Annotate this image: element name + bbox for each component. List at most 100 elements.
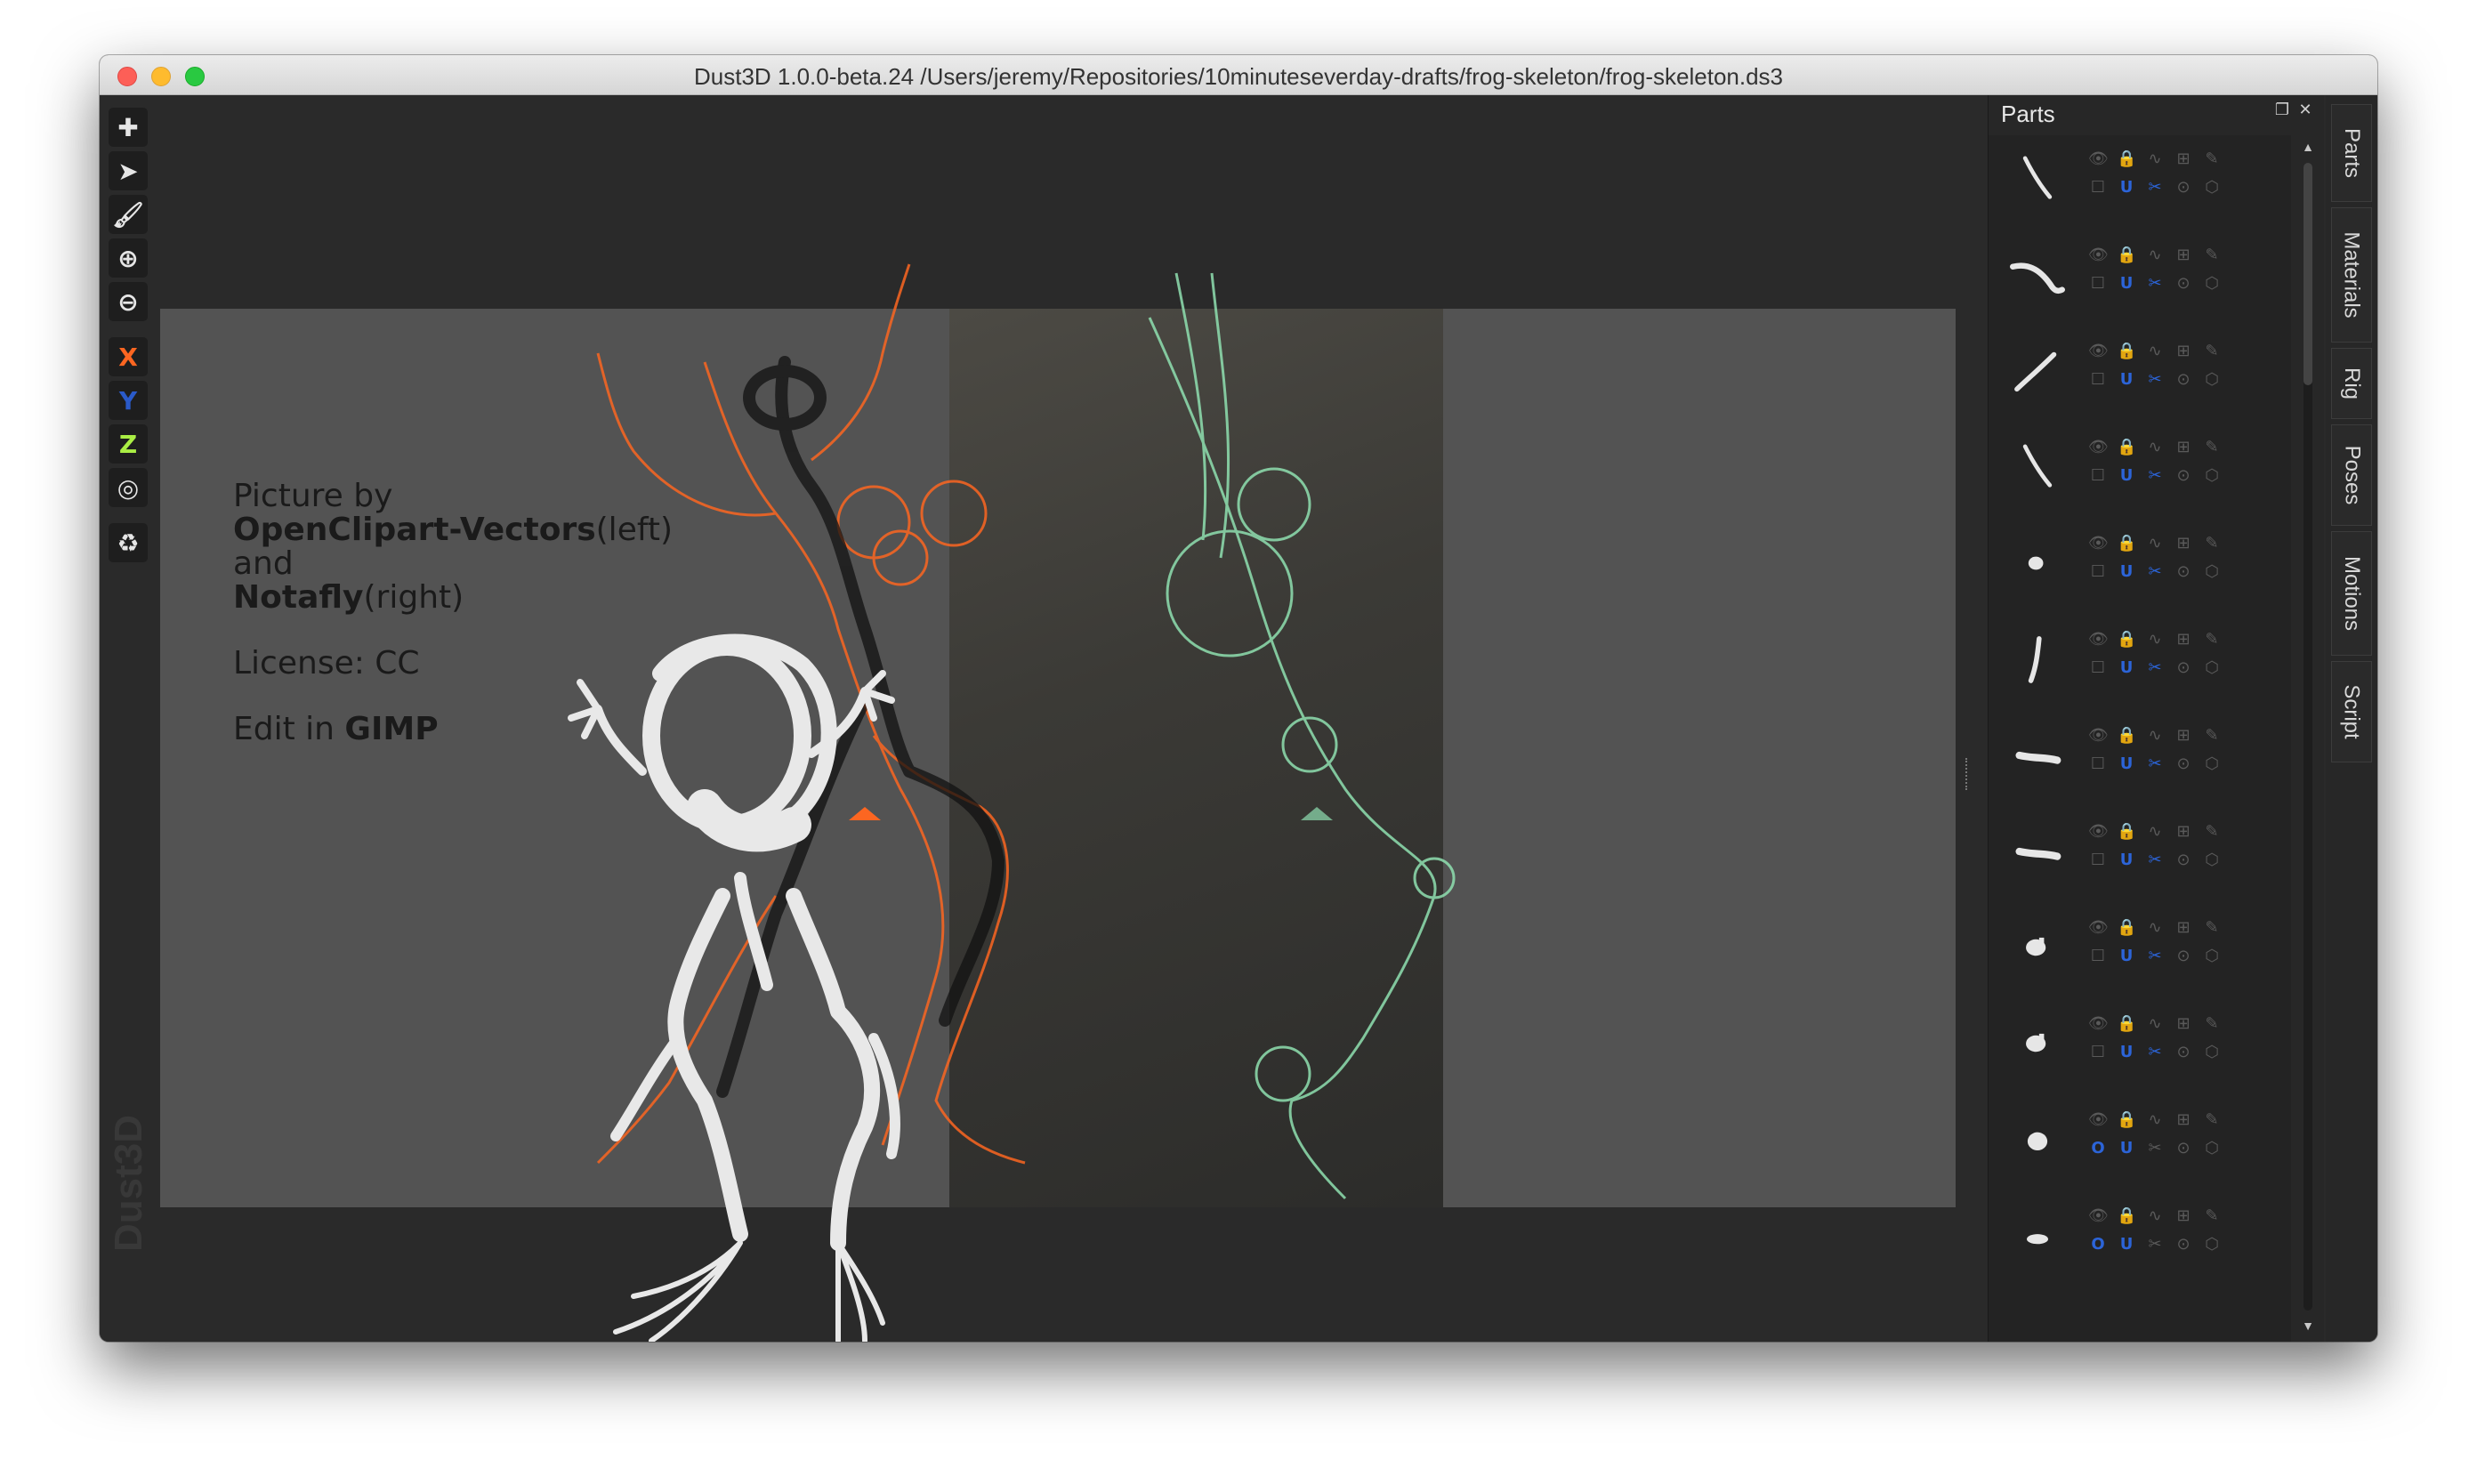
part-color-icon[interactable]: ✎ bbox=[2202, 534, 2222, 553]
part-mirror-icon[interactable]: ⊞ bbox=[2174, 1206, 2193, 1226]
part-deform-icon[interactable]: U bbox=[2117, 274, 2136, 294]
part-chamfer-icon[interactable]: ⬡ bbox=[2202, 851, 2222, 870]
part-row[interactable]: 👁 🔒 ∿ ⊞ ✎ ☐ U ✂ ⊙ ⬡ bbox=[1989, 141, 2291, 237]
part-chamfer-icon[interactable]: ⬡ bbox=[2202, 370, 2222, 390]
part-lock-icon[interactable]: 🔒 bbox=[2117, 534, 2136, 553]
part-subdivide-icon[interactable]: ∿ bbox=[2145, 149, 2165, 169]
regenerate-button[interactable]: ♻ bbox=[109, 523, 148, 562]
part-deform-icon[interactable]: U bbox=[2117, 1139, 2136, 1158]
front-origin-marker[interactable] bbox=[849, 807, 881, 820]
part-row[interactable]: 👁 🔒 ∿ ⊞ ✎ ☐ U ✂ ⊙ ⬡ bbox=[1989, 717, 2291, 813]
part-mirror-icon[interactable]: ⊞ bbox=[2174, 1110, 2193, 1130]
part-row[interactable]: 👁 🔒 ∿ ⊞ ✎ ☐ U ✂ ⊙ ⬡ bbox=[1989, 333, 2291, 429]
select-tool[interactable]: ➤ bbox=[109, 151, 148, 190]
part-preview-thumbnail[interactable] bbox=[2005, 146, 2070, 212]
part-checkbox-icon[interactable]: ☐ bbox=[2088, 562, 2108, 582]
part-checkbox-icon[interactable]: ☐ bbox=[2088, 754, 2108, 774]
lock-x-axis-button[interactable]: X bbox=[109, 337, 148, 376]
part-visibility-icon[interactable]: 👁 bbox=[2088, 246, 2109, 265]
part-xmirror-icon[interactable]: ⊙ bbox=[2174, 851, 2193, 870]
part-visibility-icon[interactable]: 👁 bbox=[2088, 726, 2109, 746]
part-preview-thumbnail[interactable] bbox=[2005, 338, 2070, 404]
float-panel-icon[interactable]: ❐ bbox=[2273, 101, 2291, 118]
scroll-down-arrow[interactable]: ▼ bbox=[2300, 1319, 2316, 1335]
splitter-handle[interactable] bbox=[1965, 758, 1971, 790]
part-checkbox-icon[interactable]: ☐ bbox=[2088, 178, 2108, 198]
part-color-icon[interactable]: ✎ bbox=[2202, 630, 2222, 649]
part-cut-icon[interactable]: ✂ bbox=[2145, 754, 2165, 774]
model-canvas[interactable]: Picture by OpenClipart-Vectors(left) and… bbox=[100, 95, 1988, 1342]
part-chamfer-icon[interactable]: ⬡ bbox=[2202, 274, 2222, 294]
part-xmirror-icon[interactable]: ⊙ bbox=[2174, 274, 2193, 294]
part-subdivide-icon[interactable]: ∿ bbox=[2145, 1110, 2165, 1130]
part-chamfer-icon[interactable]: ⬡ bbox=[2202, 754, 2222, 774]
part-preview-thumbnail[interactable] bbox=[2005, 915, 2070, 980]
part-subdivide-icon[interactable]: ∿ bbox=[2145, 630, 2165, 649]
part-visibility-icon[interactable]: 👁 bbox=[2088, 918, 2109, 938]
part-subdivide-icon[interactable]: ∿ bbox=[2145, 534, 2165, 553]
part-chamfer-icon[interactable]: ⬡ bbox=[2202, 466, 2222, 486]
part-visibility-icon[interactable]: 👁 bbox=[2088, 822, 2109, 842]
zoom-out-tool[interactable]: ⊖ bbox=[109, 282, 148, 321]
part-xmirror-icon[interactable]: ⊙ bbox=[2174, 1043, 2193, 1062]
part-xmirror-icon[interactable]: ⊙ bbox=[2174, 466, 2193, 486]
scroll-thumb[interactable] bbox=[2304, 163, 2312, 385]
part-xmirror-icon[interactable]: ⊙ bbox=[2174, 1235, 2193, 1254]
part-row[interactable]: 👁 🔒 ∿ ⊞ ✎ O U ✂ ⊙ ⬡ bbox=[1989, 1198, 2291, 1294]
part-row[interactable]: 👁 🔒 ∿ ⊞ ✎ ☐ U ✂ ⊙ ⬡ bbox=[1989, 237, 2291, 333]
tab-poses[interactable]: Poses bbox=[2331, 424, 2372, 526]
part-rounded-icon[interactable]: O bbox=[2088, 1235, 2108, 1254]
part-color-icon[interactable]: ✎ bbox=[2202, 1014, 2222, 1034]
part-row[interactable]: 👁 🔒 ∿ ⊞ ✎ ☐ U ✂ ⊙ ⬡ bbox=[1989, 909, 2291, 1005]
scroll-up-arrow[interactable]: ▲ bbox=[2300, 140, 2316, 156]
part-preview-thumbnail[interactable] bbox=[2005, 626, 2070, 692]
part-checkbox-icon[interactable]: ☐ bbox=[2088, 851, 2108, 870]
part-visibility-icon[interactable]: 👁 bbox=[2088, 1206, 2109, 1226]
part-lock-icon[interactable]: 🔒 bbox=[2117, 246, 2136, 265]
part-mirror-icon[interactable]: ⊞ bbox=[2174, 342, 2193, 361]
part-lock-icon[interactable]: 🔒 bbox=[2117, 1206, 2136, 1226]
part-color-icon[interactable]: ✎ bbox=[2202, 342, 2222, 361]
part-chamfer-icon[interactable]: ⬡ bbox=[2202, 562, 2222, 582]
part-chamfer-icon[interactable]: ⬡ bbox=[2202, 1139, 2222, 1158]
part-mirror-icon[interactable]: ⊞ bbox=[2174, 149, 2193, 169]
part-cut-icon[interactable]: ✂ bbox=[2145, 370, 2165, 390]
parts-scrollbar[interactable]: ▲ ▼ bbox=[2300, 140, 2316, 1336]
part-row[interactable]: 👁 🔒 ∿ ⊞ ✎ ☐ U ✂ ⊙ ⬡ bbox=[1989, 429, 2291, 525]
part-checkbox-icon[interactable]: ☐ bbox=[2088, 370, 2108, 390]
part-subdivide-icon[interactable]: ∿ bbox=[2145, 822, 2165, 842]
tab-motions[interactable]: Motions bbox=[2331, 531, 2372, 656]
part-preview-thumbnail[interactable] bbox=[2005, 819, 2070, 884]
part-cut-icon[interactable]: ✂ bbox=[2145, 466, 2165, 486]
tab-rig[interactable]: Rig bbox=[2331, 348, 2372, 419]
part-deform-icon[interactable]: U bbox=[2117, 370, 2136, 390]
part-lock-icon[interactable]: 🔒 bbox=[2117, 1110, 2136, 1130]
part-color-icon[interactable]: ✎ bbox=[2202, 726, 2222, 746]
side-node-skeleton[interactable] bbox=[1148, 272, 1456, 1200]
part-preview-thumbnail[interactable] bbox=[2005, 242, 2070, 308]
part-mirror-icon[interactable]: ⊞ bbox=[2174, 918, 2193, 938]
part-cut-icon[interactable]: ✂ bbox=[2145, 851, 2165, 870]
part-mirror-icon[interactable]: ⊞ bbox=[2174, 1014, 2193, 1034]
side-origin-marker[interactable] bbox=[1301, 807, 1333, 820]
part-deform-icon[interactable]: U bbox=[2117, 658, 2136, 678]
part-lock-icon[interactable]: 🔒 bbox=[2117, 918, 2136, 938]
close-panel-icon[interactable]: ✕ bbox=[2296, 101, 2314, 118]
part-chamfer-icon[interactable]: ⬡ bbox=[2202, 1235, 2222, 1254]
part-subdivide-icon[interactable]: ∿ bbox=[2145, 1206, 2165, 1226]
part-cut-icon[interactable]: ✂ bbox=[2145, 658, 2165, 678]
part-lock-icon[interactable]: 🔒 bbox=[2117, 822, 2136, 842]
part-row[interactable]: 👁 🔒 ∿ ⊞ ✎ O U ✂ ⊙ ⬡ bbox=[1989, 1101, 2291, 1198]
part-cut-icon[interactable]: ✂ bbox=[2145, 1235, 2165, 1254]
part-deform-icon[interactable]: U bbox=[2117, 1235, 2136, 1254]
tab-script[interactable]: Script bbox=[2331, 661, 2372, 762]
part-xmirror-icon[interactable]: ⊙ bbox=[2174, 754, 2193, 774]
part-subdivide-icon[interactable]: ∿ bbox=[2145, 1014, 2165, 1034]
part-deform-icon[interactable]: U bbox=[2117, 851, 2136, 870]
part-cut-icon[interactable]: ✂ bbox=[2145, 947, 2165, 966]
part-xmirror-icon[interactable]: ⊙ bbox=[2174, 178, 2193, 198]
part-visibility-icon[interactable]: 👁 bbox=[2088, 1014, 2109, 1034]
part-row[interactable]: 👁 🔒 ∿ ⊞ ✎ ☐ U ✂ ⊙ ⬡ bbox=[1989, 813, 2291, 909]
part-deform-icon[interactable]: U bbox=[2117, 178, 2136, 198]
part-mirror-icon[interactable]: ⊞ bbox=[2174, 534, 2193, 553]
